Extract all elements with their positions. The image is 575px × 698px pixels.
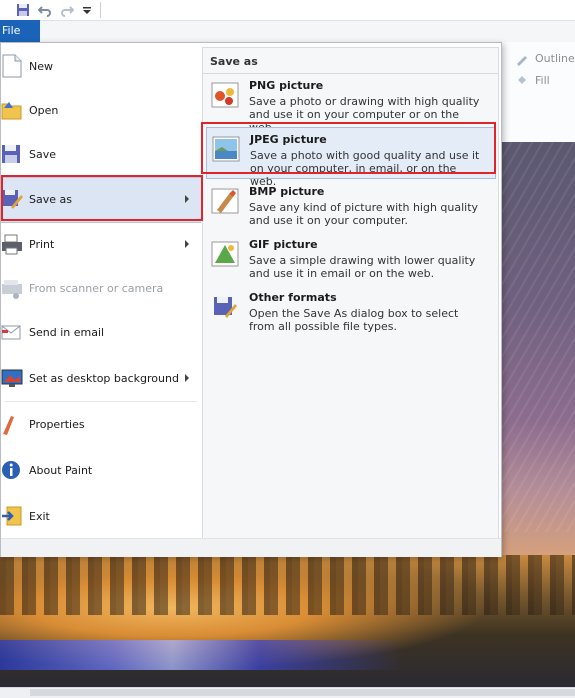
printer-icon — [2, 234, 22, 255]
png-picture-icon — [211, 82, 239, 108]
submenu-title: Save as — [210, 55, 258, 68]
save-icon[interactable] — [16, 3, 30, 17]
option-title: Other formats — [249, 291, 337, 304]
menu-item-label: Set as desktop background — [29, 372, 179, 385]
outline-icon — [517, 56, 527, 66]
scrollbar-thumb[interactable] — [30, 689, 575, 696]
bmp-picture-icon — [211, 188, 239, 214]
option-description: Open the Save As dialog box to select fr… — [249, 307, 459, 333]
ribbon-shapes-group: Outline Fill — [500, 46, 575, 142]
undo-icon[interactable] — [38, 3, 52, 17]
option-title: GIF picture — [249, 238, 318, 251]
save-as-highlight-box — [1, 175, 203, 221]
menu-item-set-desktop-background[interactable]: Set as desktop background — [1, 357, 201, 401]
submenu-arrow-icon — [185, 240, 189, 248]
jpeg-highlight-box — [201, 122, 496, 174]
option-description: Save a simple drawing with lower quality… — [249, 254, 476, 280]
save-as-other-formats-option[interactable]: Other formats Open the Save As dialog bo… — [206, 286, 496, 338]
option-description: Save any kind of picture with high quali… — [249, 201, 479, 227]
menu-bottom-strip — [1, 538, 501, 557]
menu-item-new[interactable]: New — [1, 45, 201, 89]
floppy-disk-icon — [2, 145, 20, 163]
menu-item-label: Send in email — [29, 326, 105, 339]
gif-picture-icon — [211, 241, 239, 267]
menu-item-label: Open — [29, 104, 59, 117]
fill-bucket-icon — [518, 76, 526, 84]
other-formats-icon — [214, 297, 237, 318]
file-menu: New Open Save Save as Print From scanner… — [0, 42, 502, 557]
menu-item-properties[interactable]: Properties — [1, 403, 201, 447]
properties-check-icon — [3, 416, 14, 435]
file-menu-commands: New Open Save Save as Print From scanner… — [1, 43, 201, 538]
horizontal-scrollbar[interactable] — [0, 687, 575, 698]
light-trail — [0, 640, 575, 670]
menu-item-label: Print — [29, 238, 55, 251]
toolbar-separator — [100, 2, 101, 18]
save-as-bmp-option[interactable]: BMP picture Save any kind of picture wit… — [206, 180, 496, 232]
save-as-png-option[interactable]: PNG picture Save a photo or drawing with… — [206, 74, 496, 134]
redo-icon[interactable] — [60, 3, 74, 17]
option-title: PNG picture — [249, 79, 324, 92]
menu-item-save[interactable]: Save — [1, 133, 201, 177]
quick-access-toolbar — [0, 0, 575, 21]
save-as-submenu: Save as PNG picture Save a photo or draw… — [202, 47, 499, 539]
save-as-gif-option[interactable]: GIF picture Save a simple drawing with l… — [206, 233, 496, 285]
submenu-arrow-icon — [185, 374, 189, 382]
tree-silhouettes — [0, 555, 575, 615]
option-title: BMP picture — [249, 185, 325, 198]
menu-item-from-scanner: From scanner or camera — [1, 267, 201, 311]
menu-item-label: Save — [29, 148, 57, 161]
new-document-icon — [2, 54, 22, 78]
menu-divider — [5, 401, 197, 402]
info-icon — [2, 461, 20, 479]
menu-item-open[interactable]: Open — [1, 89, 201, 133]
desktop-background-icon — [1, 369, 23, 387]
outline-label[interactable]: Outline — [535, 52, 575, 65]
menu-item-label: About Paint — [29, 464, 93, 477]
exit-icon — [2, 506, 22, 526]
menu-item-label: Exit — [29, 510, 50, 523]
customize-arrow-icon[interactable] — [80, 3, 94, 17]
menu-item-label: From scanner or camera — [29, 282, 164, 295]
menu-item-label: New — [29, 60, 53, 73]
fill-label[interactable]: Fill — [535, 74, 550, 87]
menu-item-about-paint[interactable]: About Paint — [1, 449, 201, 493]
menu-item-print[interactable]: Print — [1, 223, 201, 267]
star-trails-image — [500, 142, 575, 532]
menu-item-send-email[interactable]: Send in email — [1, 311, 201, 355]
menu-item-exit[interactable]: Exit — [1, 495, 201, 539]
file-tab[interactable]: File — [0, 20, 40, 42]
email-icon — [1, 325, 21, 340]
menu-item-label: Properties — [29, 418, 85, 431]
scanner-icon — [2, 280, 22, 299]
open-folder-icon — [1, 102, 22, 120]
